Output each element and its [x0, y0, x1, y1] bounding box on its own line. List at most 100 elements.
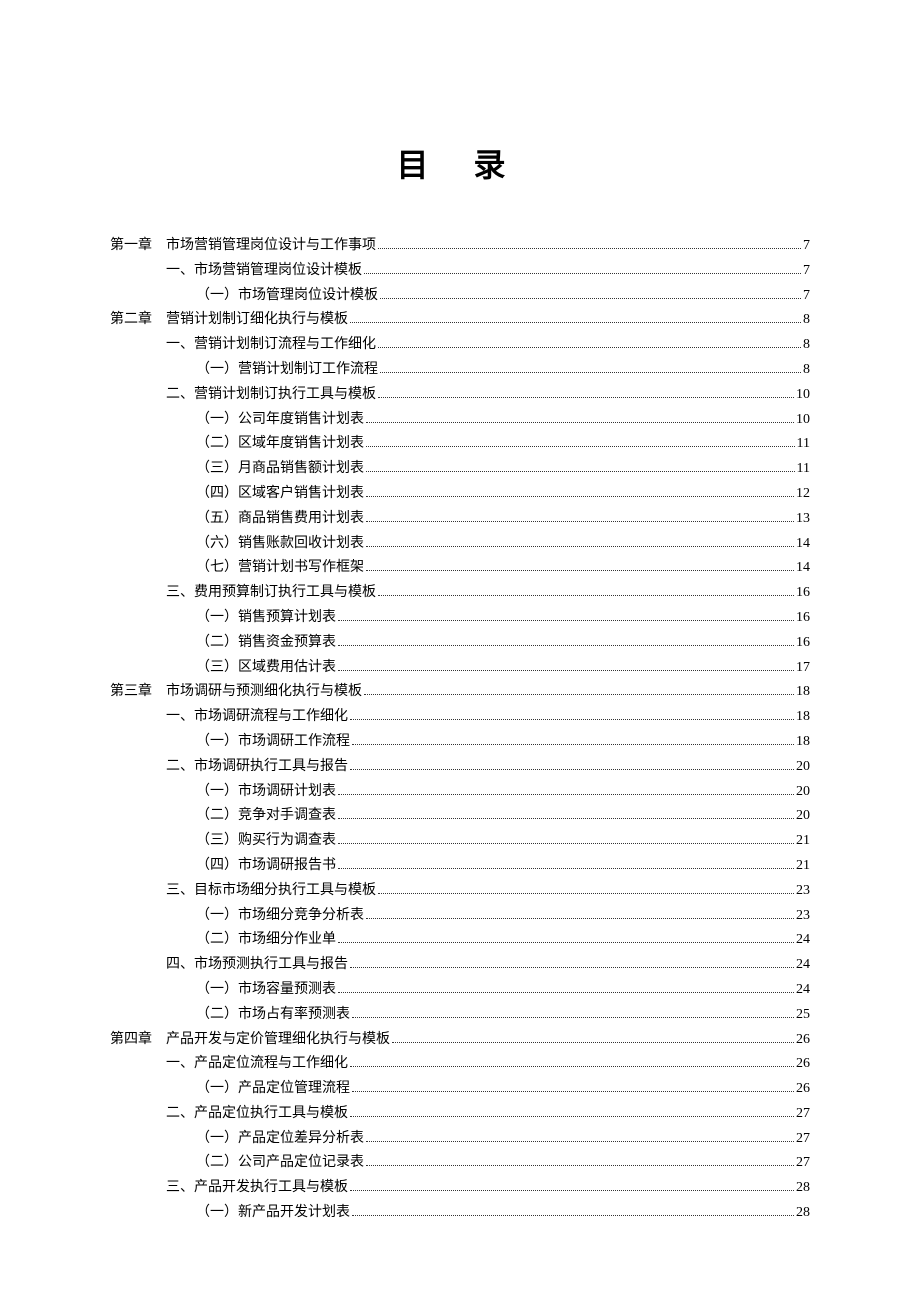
- entry-text: （三）购买行为调查表: [166, 829, 336, 853]
- entry-text: 一、营销计划制订流程与工作细化: [166, 333, 376, 357]
- toc-entry: （二）市场细分作业单24: [110, 928, 810, 952]
- leader-dots: [364, 694, 794, 695]
- page-number: 20: [796, 780, 810, 804]
- leader-dots: [352, 1215, 794, 1216]
- leader-dots: [350, 1066, 794, 1067]
- toc-entry: （一）新产品开发计划表28: [110, 1201, 810, 1225]
- entry-text: 产品开发与定价管理细化执行与模板: [166, 1028, 390, 1052]
- page-number: 16: [796, 606, 810, 630]
- toc-entry: （二）销售资金预算表16: [110, 631, 810, 655]
- entry-text: 一、市场营销管理岗位设计模板: [166, 259, 362, 283]
- leader-dots: [338, 645, 794, 646]
- page-number: 18: [796, 730, 810, 754]
- leader-dots: [378, 397, 794, 398]
- page-number: 21: [796, 854, 810, 878]
- leader-dots: [338, 992, 794, 993]
- entry-text: （二）竞争对手调查表: [166, 804, 336, 828]
- toc-entry: （一）市场管理岗位设计模板7: [110, 284, 810, 308]
- leader-dots: [380, 298, 801, 299]
- entry-text: （四）市场调研报告书: [166, 854, 336, 878]
- chapter-label: 第四章: [110, 1028, 166, 1052]
- page-number: 28: [796, 1176, 810, 1200]
- leader-dots: [378, 347, 801, 348]
- page-number: 7: [803, 284, 810, 308]
- page-number: 7: [803, 234, 810, 258]
- toc-entry: 一、营销计划制订流程与工作细化8: [110, 333, 810, 357]
- chapter-label: 第二章: [110, 308, 166, 332]
- entry-text: （二）公司产品定位记录表: [166, 1151, 364, 1175]
- entry-text: （一）市场调研工作流程: [166, 730, 350, 754]
- toc-entry: （一）市场细分竞争分析表23: [110, 904, 810, 928]
- page-number: 14: [796, 532, 810, 556]
- leader-dots: [378, 893, 794, 894]
- toc-entry: （一）营销计划制订工作流程8: [110, 358, 810, 382]
- leader-dots: [366, 1165, 794, 1166]
- leader-dots: [338, 843, 794, 844]
- toc-entry: 二、产品定位执行工具与模板27: [110, 1102, 810, 1126]
- toc-entry: （三）购买行为调查表 21: [110, 829, 810, 853]
- entry-text: （二）市场占有率预测表: [166, 1003, 350, 1027]
- leader-dots: [350, 719, 794, 720]
- entry-text: （七）营销计划书写作框架: [166, 556, 364, 580]
- leader-dots: [338, 620, 794, 621]
- toc-entry: （七）营销计划书写作框架14: [110, 556, 810, 580]
- entry-text: 二、市场调研执行工具与报告: [166, 755, 348, 779]
- leader-dots: [352, 1091, 794, 1092]
- page-number: 7: [803, 259, 810, 283]
- leader-dots: [350, 1190, 794, 1191]
- leader-dots: [366, 446, 795, 447]
- page-number: 26: [796, 1077, 810, 1101]
- page-number: 24: [796, 978, 810, 1002]
- page-number: 18: [796, 680, 810, 704]
- toc-entry: （三）月商品销售额计划表11: [110, 457, 810, 481]
- toc-entry: 三、目标市场细分执行工具与模板23: [110, 879, 810, 903]
- leader-dots: [392, 1042, 794, 1043]
- leader-dots: [366, 570, 794, 571]
- page-number: 8: [803, 358, 810, 382]
- leader-dots: [366, 471, 795, 472]
- entry-text: （三）区域费用估计表: [166, 656, 336, 680]
- leader-dots: [364, 273, 801, 274]
- chapter-label: 第三章: [110, 680, 166, 704]
- entry-text: 一、市场调研流程与工作细化: [166, 705, 348, 729]
- page-number: 12: [796, 482, 810, 506]
- page-number: 16: [796, 631, 810, 655]
- page-number: 21: [796, 829, 810, 853]
- toc-entry: （六）销售账款回收计划表14: [110, 532, 810, 556]
- entry-text: （一）公司年度销售计划表: [166, 408, 364, 432]
- page-number: 13: [796, 507, 810, 531]
- toc-entry: 三、产品开发执行工具与模板28: [110, 1176, 810, 1200]
- entry-text: 三、目标市场细分执行工具与模板: [166, 879, 376, 903]
- leader-dots: [338, 818, 794, 819]
- toc-entry: （二）市场占有率预测表 25: [110, 1003, 810, 1027]
- leader-dots: [378, 595, 794, 596]
- toc-entry: （二）竞争对手调查表20: [110, 804, 810, 828]
- toc-entry: （一）市场调研工作流程 18: [110, 730, 810, 754]
- leader-dots: [350, 322, 801, 323]
- leader-dots: [338, 670, 794, 671]
- page-number: 23: [796, 904, 810, 928]
- toc-entry: 一、市场营销管理岗位设计模板 7: [110, 259, 810, 283]
- page-number: 25: [796, 1003, 810, 1027]
- toc-entry: 第二章营销计划制订细化执行与模板8: [110, 308, 810, 332]
- entry-text: 四、市场预测执行工具与报告: [166, 953, 348, 977]
- entry-text: 三、费用预算制订执行工具与模板: [166, 581, 376, 605]
- toc-entry: 三、费用预算制订执行工具与模板16: [110, 581, 810, 605]
- entry-text: （二）市场细分作业单: [166, 928, 336, 952]
- leader-dots: [366, 1141, 794, 1142]
- toc-entry: （一）公司年度销售计划表10: [110, 408, 810, 432]
- page-number: 8: [803, 308, 810, 332]
- entry-text: 市场调研与预测细化执行与模板: [166, 680, 362, 704]
- toc-entry: （四）区域客户销售计划表12: [110, 482, 810, 506]
- leader-dots: [378, 248, 801, 249]
- page-number: 11: [797, 432, 810, 456]
- toc-entry: 二、市场调研执行工具与报告20: [110, 755, 810, 779]
- entry-text: 市场营销管理岗位设计与工作事项: [166, 234, 376, 258]
- leader-dots: [366, 521, 794, 522]
- leader-dots: [366, 422, 794, 423]
- leader-dots: [380, 372, 801, 373]
- toc-entry: 一、产品定位流程与工作细化26: [110, 1052, 810, 1076]
- leader-dots: [352, 744, 794, 745]
- entry-text: （二）区域年度销售计划表: [166, 432, 364, 456]
- toc-entry: 第一章市场营销管理岗位设计与工作事项7: [110, 234, 810, 258]
